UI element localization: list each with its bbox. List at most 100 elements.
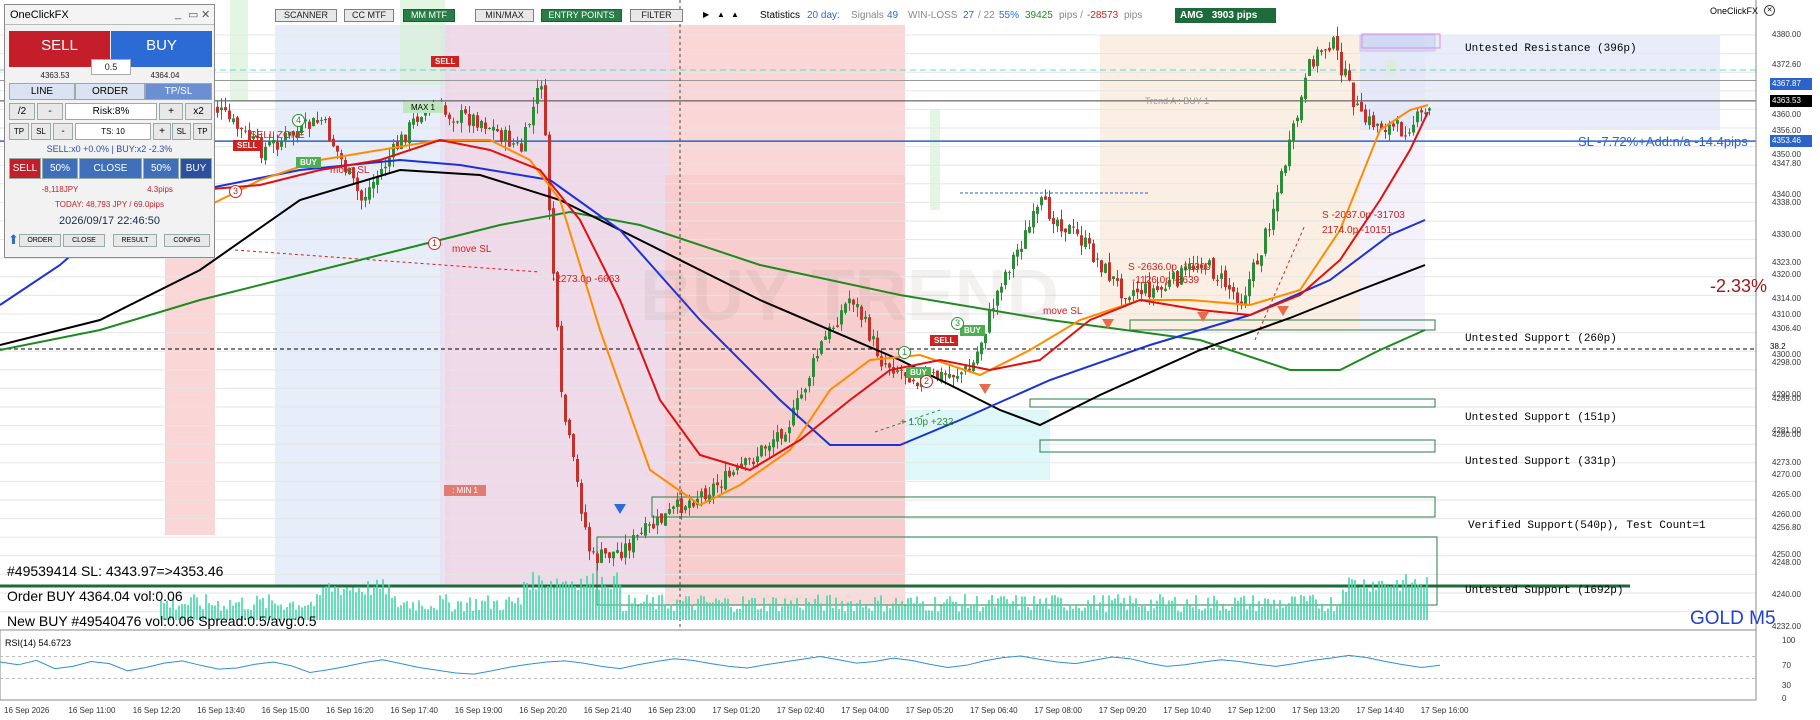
risk-plus-button[interactable]: + [159,103,183,120]
volume-bar [1402,579,1404,620]
entry-points-button[interactable]: ENTRY POINTS [541,9,622,22]
filter-button[interactable]: FILTER [630,9,683,22]
volume-bar [1165,604,1167,620]
cc-mtf-button[interactable]: CC MTF [344,9,394,22]
close-all-button[interactable]: CLOSE [79,158,142,179]
volume-bar [436,609,438,620]
panel-titlebar: OneClickFX _ ▭ ✕ [5,5,214,25]
volume-bar [1015,595,1017,620]
scanner-button[interactable]: SCANNER [275,9,337,22]
minimize-icon[interactable]: _ [175,8,181,20]
candle [1372,115,1375,128]
volume-bar [349,590,351,620]
ts-plus-button[interactable]: + [153,123,171,140]
price-chart[interactable] [0,0,1820,720]
double-risk-button[interactable]: x2 [185,103,212,120]
volume-bar [352,587,354,620]
volume-bar [694,609,696,620]
candle [1160,287,1163,290]
close-panel-button[interactable]: CLOSE [63,234,105,247]
stats-pips-label: pips / [1059,10,1083,21]
volume-bar [1066,610,1068,620]
volume-bar [607,588,609,620]
volume-bar [1405,574,1407,620]
mm-mtf-button[interactable]: MM MTF [403,9,455,22]
ts-minus-button[interactable]: - [53,123,73,140]
candle [412,118,415,125]
volume-bar [523,581,525,620]
volume-bar [727,598,729,620]
up-arrow-icon[interactable]: ▲ [717,10,725,19]
volume-bar [979,611,981,620]
close-buy-button[interactable]: BUY [180,158,212,179]
close-buy-half-button[interactable]: 50% [143,158,179,179]
volume-bar [1381,580,1383,620]
volume-bar [928,610,930,620]
close-icon[interactable]: ✕ [201,8,210,21]
volume-bar [382,579,384,620]
result-button[interactable]: RESULT [113,234,157,247]
risk-minus-button[interactable]: - [37,103,63,120]
candle [592,551,595,553]
volume-bar [373,586,375,620]
volume-bar [547,586,549,620]
tp-button-2[interactable]: TP [193,123,212,140]
volume-bar [1147,610,1149,620]
config-button[interactable]: CONFIG [164,234,210,247]
candle [944,373,947,375]
candle [796,398,799,410]
stats-pips-pos: 39425 [1025,10,1053,21]
candle [1136,288,1139,293]
candle [744,458,747,466]
volume-bar [736,609,738,620]
volume-bar [988,599,990,620]
close-sell-button[interactable]: SELL [9,158,41,179]
candle [1320,50,1323,52]
candle [444,105,447,115]
candle [1412,124,1415,133]
sl-button-2[interactable]: SL [172,123,191,140]
volume-bar [511,601,513,620]
tp-button[interactable]: TP [9,123,29,140]
half-risk-button[interactable]: /2 [9,103,35,120]
volume-bar [490,608,492,620]
volume-bar [898,605,900,620]
candle [1272,208,1275,230]
close-sell-half-button[interactable]: 50% [42,158,78,179]
candle [332,138,335,147]
price-label: 4310.00 [1772,310,1801,319]
ts-field[interactable]: TS: 10 [75,123,151,140]
tab-line[interactable]: LINE [9,83,75,100]
candle [564,394,567,422]
volume-bar [721,602,723,620]
min-max-button[interactable]: MIN/MAX [475,9,534,22]
volume-bar [862,607,864,620]
play-arrow-icon[interactable]: ▶ [703,10,709,19]
candle [1224,270,1227,287]
candle [776,432,779,442]
volume-bar [1264,598,1266,620]
candle [1028,226,1031,233]
tab-tpsl[interactable]: TP/SL [145,83,212,100]
volume-bar [586,575,588,620]
risk-field[interactable]: Risk:8% [65,103,157,120]
volume-bar [1054,595,1056,620]
order-button[interactable]: ORDER [19,234,61,247]
sl-button[interactable]: SL [31,123,51,140]
maximize-icon[interactable]: ▭ [188,8,198,21]
candle [1120,278,1123,299]
candle [1232,287,1235,292]
time-label: 17 Sep 09:20 [1098,706,1147,715]
volume-bar [1060,598,1062,620]
candle [1348,70,1351,81]
volume-bar [358,588,360,620]
up-arrow-icon-2[interactable]: ▲ [731,10,739,19]
volume-bar [592,573,594,620]
candle [364,196,367,201]
chart-close-icon[interactable]: ✕ [1764,5,1775,16]
tab-order[interactable]: ORDER [75,83,145,100]
volume-bar [361,591,363,620]
candle [368,187,371,200]
candle [500,130,503,142]
volume-bar [1378,581,1380,620]
